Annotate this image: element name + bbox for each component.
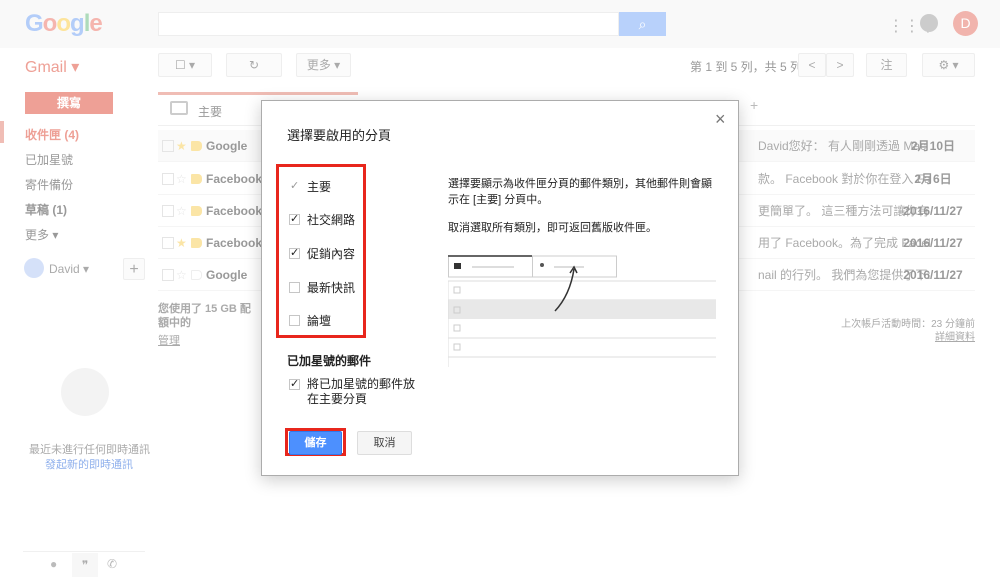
divider: [23, 551, 145, 552]
date: 2016/11/27: [903, 236, 963, 250]
illustration-graphic: [447, 255, 716, 367]
sidebar-item-drafts[interactable]: 草稿 (1): [25, 201, 67, 218]
checkbox[interactable]: [162, 205, 174, 217]
sender: Facebook: [206, 204, 263, 218]
importance-icon[interactable]: [191, 174, 202, 184]
sender: Facebook: [206, 236, 263, 250]
date: 2016/11/27: [903, 268, 963, 282]
active-indicator: [0, 121, 4, 143]
sender: Facebook: [206, 172, 263, 186]
sidebar-item-sent[interactable]: 寄件備份: [25, 176, 73, 193]
sender: Google: [206, 268, 248, 282]
user-name[interactable]: David ▾: [49, 262, 89, 276]
checkbox-social[interactable]: ✓: [289, 214, 300, 225]
phone-icon[interactable]: ✆: [107, 557, 117, 571]
tab-label: 主要: [198, 105, 223, 119]
date: 2月10日: [910, 139, 956, 153]
dialog-description: 選擇要顯示為收件匣分頁的郵件類別，其他郵件則會顯示在 [主要] 分頁中。: [448, 178, 712, 206]
notifications-icon[interactable]: [920, 14, 938, 32]
checkbox[interactable]: [162, 140, 174, 152]
checkbox[interactable]: [162, 173, 174, 185]
checkbox-forums[interactable]: [289, 315, 300, 326]
settings-button[interactable]: ⚙ ▾: [922, 53, 975, 77]
checkbox-updates[interactable]: [289, 282, 300, 293]
sidebar-item-starred[interactable]: 已加星號: [25, 151, 73, 168]
star-icon[interactable]: ★: [176, 130, 187, 162]
checkbox-primary: ✓: [290, 180, 300, 192]
tabs-config-dialog: 選擇要啟用的分頁 × ✓ 主要 ✓ 社交網路 ✓ 促銷內容 最新快訊 論壇 已加星號的…: [261, 100, 739, 476]
checkbox[interactable]: [162, 269, 174, 281]
input-tools-button[interactable]: 注: [866, 53, 907, 77]
details-link[interactable]: 詳細資料: [935, 328, 975, 343]
category-forums[interactable]: 論壇: [289, 312, 331, 329]
user-avatar[interactable]: [24, 258, 44, 278]
next-page-button[interactable]: >: [826, 53, 854, 77]
category-social[interactable]: ✓ 社交網路: [289, 211, 355, 228]
chat-icon[interactable]: ❞: [72, 553, 98, 577]
star-icon[interactable]: ☆: [176, 195, 187, 227]
star-icon[interactable]: ★: [176, 227, 187, 259]
start-hangout-link[interactable]: 發起新的即時通訊: [45, 456, 133, 472]
tabs-illustration: [447, 255, 716, 367]
starred-heading: 已加星號的郵件: [287, 354, 372, 368]
date: 2月6日: [914, 172, 952, 186]
importance-icon[interactable]: [191, 206, 202, 216]
more-button[interactable]: 更多 ▾: [296, 53, 351, 77]
manage-link[interactable]: 管理: [158, 332, 180, 348]
category-promotions[interactable]: ✓ 促銷內容: [289, 245, 355, 262]
select-all-button[interactable]: ☐ ▾: [158, 53, 212, 77]
sidebar-item-more[interactable]: 更多 ▾: [25, 226, 58, 243]
paging-text: 第 1 到 5 列，共 5 列: [690, 60, 803, 74]
dialog-title: 選擇要啟用的分頁: [287, 128, 392, 143]
compose-button[interactable]: 撰寫: [25, 92, 113, 114]
account-avatar[interactable]: D: [953, 11, 978, 36]
category-primary: ✓ 主要: [290, 180, 332, 194]
checkbox-starred[interactable]: ✓: [289, 379, 300, 390]
prev-page-button[interactable]: <: [798, 53, 826, 77]
importance-icon[interactable]: [191, 270, 202, 280]
inbox-icon: [170, 101, 188, 115]
hangouts-icon: [61, 368, 109, 416]
close-icon[interactable]: ×: [715, 109, 726, 130]
search-button[interactable]: ⌕: [619, 12, 666, 36]
category-updates[interactable]: 最新快訊: [289, 279, 355, 296]
refresh-button[interactable]: ↻: [226, 53, 282, 77]
importance-icon[interactable]: [191, 141, 202, 151]
search-icon: ⌕: [638, 16, 647, 32]
sidebar-item-inbox[interactable]: 收件匣 (4): [25, 126, 79, 143]
checkbox[interactable]: [162, 237, 174, 249]
star-icon[interactable]: ☆: [176, 259, 187, 291]
hangouts-empty-text: 最近未進行任何即時通訊: [29, 444, 150, 456]
cancel-button[interactable]: 取消: [357, 431, 412, 455]
starred-option[interactable]: ✓ 將已加星號的郵件放在主要分頁: [289, 377, 419, 407]
dialog-description-2: 取消選取所有類別，即可返回舊版收件匣。: [448, 222, 657, 234]
save-button[interactable]: 儲存: [289, 431, 342, 455]
date: 2016/11/27: [903, 204, 963, 218]
storage-text: 您使用了 15 GB 配額中的: [158, 303, 251, 329]
importance-icon[interactable]: [191, 238, 202, 248]
add-contact-button[interactable]: +: [123, 258, 145, 280]
add-tab-button[interactable]: +: [750, 97, 770, 113]
gmail-menu[interactable]: Gmail ▾: [25, 57, 79, 77]
sender: Google: [206, 139, 248, 153]
google-logo[interactable]: Google: [25, 10, 103, 38]
checkbox-promotions[interactable]: ✓: [289, 248, 300, 259]
contacts-icon[interactable]: ●: [50, 557, 57, 571]
star-icon[interactable]: ☆: [176, 163, 187, 195]
search-input[interactable]: [158, 12, 619, 36]
